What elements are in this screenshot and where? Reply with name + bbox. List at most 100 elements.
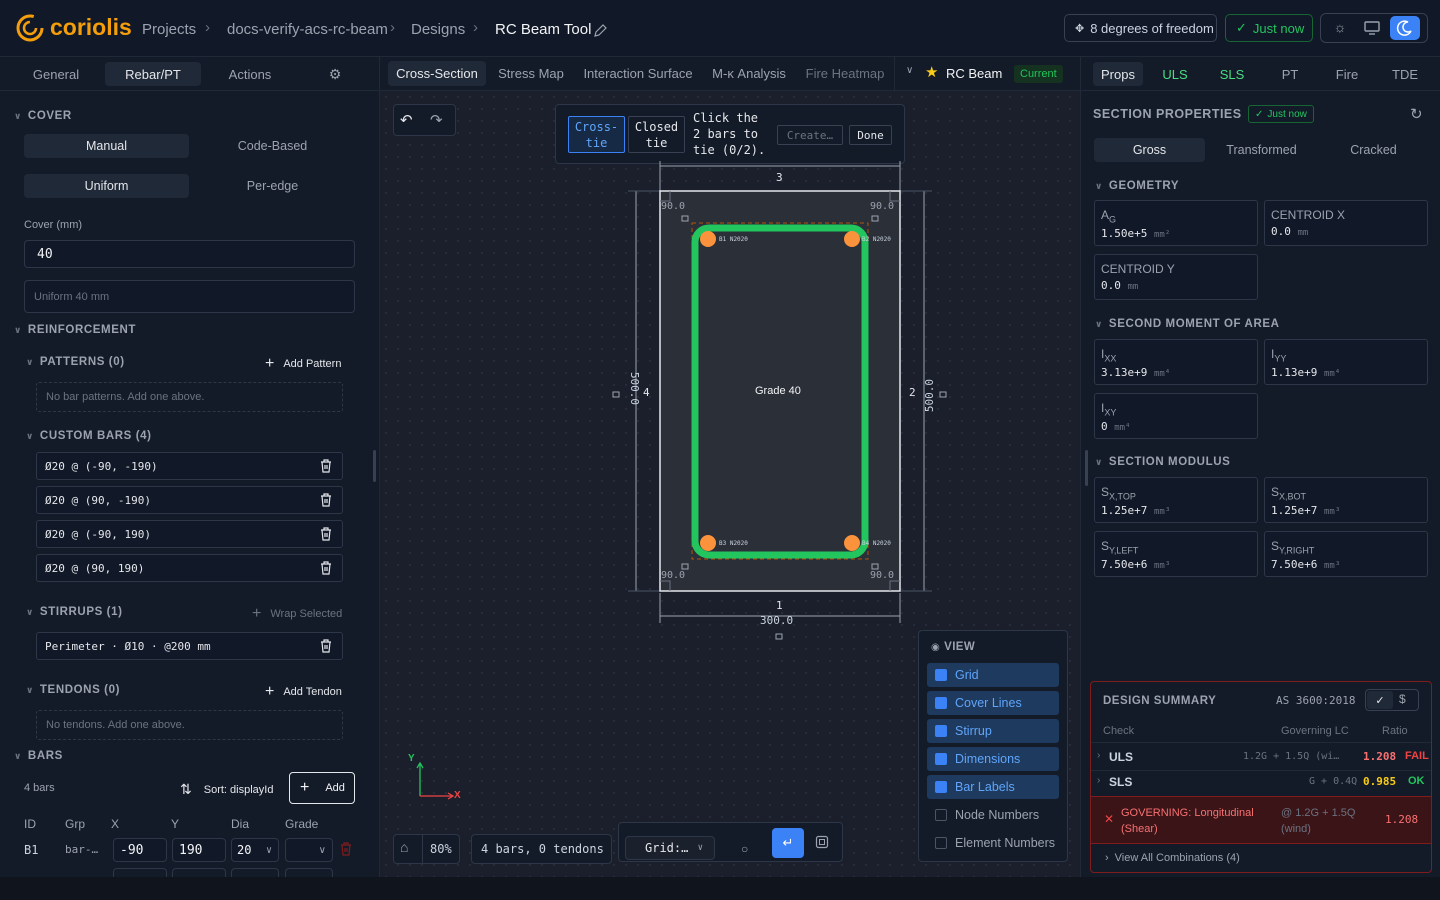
view-all-combinations-link[interactable]: › View All Combinations (4) (1105, 852, 1240, 864)
plus-icon: + (300, 779, 310, 796)
tab-rebar-pt[interactable]: Rebar/PT (105, 62, 201, 86)
view-toggle-node-numbers[interactable]: Node Numbers (927, 803, 1059, 827)
cost-mode-icon[interactable]: $ (1399, 692, 1406, 706)
view-toggle-cover-lines[interactable]: Cover Lines (927, 691, 1059, 715)
tab-actions[interactable]: Actions (214, 62, 286, 86)
mode-gross[interactable]: Gross (1094, 138, 1205, 162)
bar-y-input[interactable]: 190 (172, 838, 226, 862)
moon-icon[interactable] (1390, 16, 1420, 40)
sun-icon[interactable]: ☼ (1329, 19, 1351, 37)
custom-bars-header[interactable]: ∨ CUSTOM BARS (4) (26, 430, 152, 442)
add-pattern-button[interactable]: + Add Pattern (265, 355, 341, 373)
next-row-grade-select[interactable] (285, 868, 333, 877)
add-bar-button[interactable]: + Add (289, 772, 355, 804)
gear-icon[interactable]: ⚙ (322, 62, 348, 86)
bar-x-input[interactable]: -90 (113, 838, 167, 862)
crumb-project[interactable]: docs-verify-acs-rc-beam (227, 21, 388, 38)
design-summary-title: DESIGN SUMMARY (1103, 695, 1217, 707)
stirrups-header[interactable]: ∨ STIRRUPS (1) (26, 606, 123, 618)
cover-code-based-option[interactable]: Code-Based (190, 134, 355, 158)
patterns-header[interactable]: ∨ PATTERNS (0) (26, 356, 125, 368)
cover-manual-option[interactable]: Manual (24, 134, 189, 158)
summary-row-sls[interactable]: › SLS G + 0.4Q 0.985 OK (1091, 770, 1431, 794)
next-row-x-input[interactable] (113, 868, 167, 877)
coriolis-logo-icon[interactable] (16, 14, 44, 42)
tab-m-k-analysis[interactable]: M-κ Analysis (708, 61, 790, 86)
wrap-selected-button[interactable]: + Wrap Selected (252, 605, 342, 623)
refresh-icon[interactable]: ↻ (1410, 105, 1423, 123)
stirrup-item[interactable]: Perimeter · Ø10 · @200 mm (36, 632, 343, 660)
tendons-header[interactable]: ∨ TENDONS (0) (26, 684, 120, 696)
geometry-header[interactable]: ∨ GEOMETRY (1095, 180, 1179, 192)
circle-tool-icon[interactable]: ○ (741, 842, 748, 856)
bar-dia-select[interactable]: 20 ∨ (231, 838, 279, 862)
bar-grade-select[interactable]: ∨ (285, 838, 333, 862)
trash-icon[interactable] (320, 493, 332, 507)
tab-uls[interactable]: ULS (1151, 62, 1199, 86)
tab-pt[interactable]: PT (1266, 62, 1314, 86)
custom-bar-item[interactable]: Ø20 @ (-90, 190) (36, 520, 343, 548)
tab-fire[interactable]: Fire (1323, 62, 1371, 86)
next-row-y-input[interactable] (172, 868, 226, 877)
tab-sls[interactable]: SLS (1208, 62, 1256, 86)
governing-banner: ✕ GOVERNING: Longitudinal (Shear) @ 1.2G… (1091, 796, 1431, 844)
trash-icon[interactable] (320, 561, 332, 575)
trash-icon[interactable] (340, 842, 352, 856)
mode-transformed[interactable]: Transformed (1206, 138, 1317, 162)
tab-stress-map[interactable]: Stress Map (494, 61, 568, 86)
view-toggle-bar-labels[interactable]: Bar Labels (927, 775, 1059, 799)
summary-row-uls[interactable]: › ULS 1.2G + 1.5Q (wi… 1.208 FAIL (1091, 745, 1431, 769)
tab-cross-section[interactable]: Cross-Section (388, 61, 486, 86)
tab-general[interactable]: General (20, 62, 92, 86)
trash-icon[interactable] (320, 527, 332, 541)
snap-tool-icon[interactable]: ↵ (772, 828, 804, 858)
cover-uniform-option[interactable]: Uniform (24, 174, 189, 198)
right-panel-resize-handle[interactable] (1085, 450, 1088, 486)
home-icon[interactable]: ⌂ (400, 839, 408, 855)
logo-text[interactable]: coriolis (50, 14, 132, 41)
section-modulus-header[interactable]: ∨ SECTION MODULUS (1095, 456, 1230, 468)
cover-input[interactable]: 40 (24, 240, 355, 268)
grid-select[interactable]: Grid:… ∨ (625, 836, 715, 860)
next-row-dia-select[interactable] (231, 868, 279, 877)
star-icon[interactable]: ★ (925, 63, 938, 81)
sort-button[interactable]: ⇅ Sort: displayId (180, 781, 273, 798)
view-toggle-dimensions[interactable]: Dimensions (927, 747, 1059, 771)
add-tendon-button[interactable]: + Add Tendon (265, 683, 342, 701)
custom-bar-item[interactable]: Ø20 @ (90, 190) (36, 554, 343, 582)
view-toggle-stirrup[interactable]: Stirrup (927, 719, 1059, 743)
tab-tde[interactable]: TDE (1381, 62, 1429, 86)
view-toggle-grid[interactable]: Grid (927, 663, 1059, 687)
cover-header[interactable]: ∨ COVER (14, 110, 72, 122)
second-moment-header[interactable]: ∨ SECOND MOMENT OF AREA (1095, 318, 1280, 330)
crumb-projects[interactable]: Projects (142, 21, 196, 38)
chevron-down-icon[interactable]: ∨ (906, 65, 913, 76)
view-toggle-element-numbers[interactable]: Element Numbers (927, 831, 1059, 855)
mode-cracked[interactable]: Cracked (1318, 138, 1429, 162)
bar-b2 (844, 231, 860, 247)
bar-b4 (844, 535, 860, 551)
member-name[interactable]: RC Beam (946, 66, 1002, 81)
trash-icon[interactable] (320, 639, 332, 653)
monitor-icon[interactable] (1363, 20, 1381, 36)
bars-header[interactable]: ∨ BARS (14, 750, 63, 762)
trash-icon[interactable] (320, 459, 332, 473)
crumb-designs[interactable]: Designs (411, 21, 465, 38)
custom-bar-item[interactable]: Ø20 @ (90, -190) (36, 486, 343, 514)
reinforcement-header[interactable]: ∨ REINFORCEMENT (14, 324, 136, 336)
zoom-level[interactable]: 80% (430, 842, 452, 856)
tab-props[interactable]: Props (1093, 62, 1143, 86)
close-icon: ✕ (1104, 812, 1115, 826)
col-grade: Grade (285, 817, 319, 831)
tab-fire-heatmap[interactable]: Fire Heatmap (802, 61, 888, 86)
check-mode-icon[interactable]: ✓ (1367, 691, 1393, 709)
custom-bar-item[interactable]: Ø20 @ (-90, -190) (36, 452, 343, 480)
tab-interaction-surface[interactable]: Interaction Surface (580, 61, 696, 86)
cover-per-edge-option[interactable]: Per-edge (190, 174, 355, 198)
edge-label-left: 4 (643, 386, 650, 399)
section-canvas[interactable]: ↶ ↷ Cross- tie Closed tie Click the 2 ba… (380, 91, 1080, 877)
sidebar-resize-handle[interactable] (373, 450, 376, 482)
pencil-icon[interactable] (593, 24, 607, 38)
fit-view-icon[interactable] (815, 835, 829, 849)
governing-ratio: 1.208 (1385, 813, 1419, 826)
